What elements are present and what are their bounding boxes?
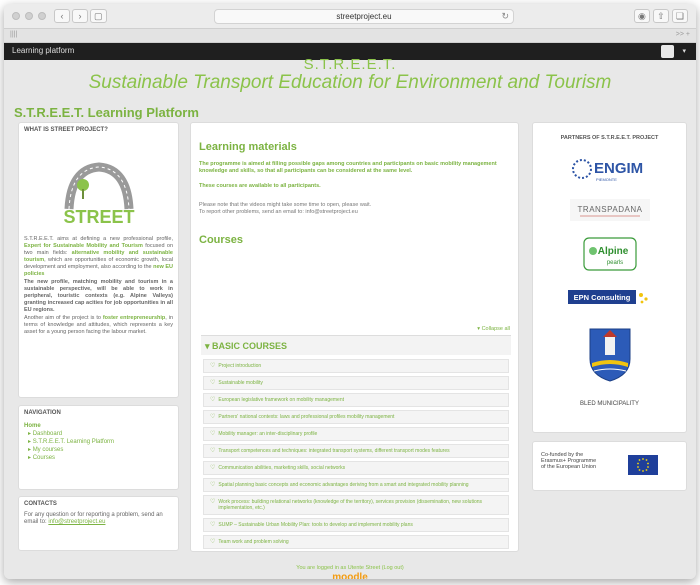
learning-materials-heading: Learning materials <box>199 141 297 153</box>
forward-button[interactable]: › <box>72 9 88 23</box>
svg-text:pearls: pearls <box>606 260 622 266</box>
new-tab-button[interactable]: >> + <box>676 31 690 38</box>
basic-courses-category[interactable]: ▾ BASIC COURSES <box>201 335 511 355</box>
main-content-block: Learning materials The programme is aime… <box>190 122 519 552</box>
course-icon: ♡ <box>210 448 216 454</box>
nav-courses-link[interactable]: ▸ Courses <box>24 454 173 462</box>
nav-dashboard-link[interactable]: ▸ Dashboard <box>24 430 173 438</box>
sidebar-toggle-icon[interactable]: ▢ <box>90 9 107 23</box>
history-buttons: ‹ › ▢ <box>54 9 107 23</box>
cofunded-block: Co-funded by the Erasmus+ Programme of t… <box>532 441 687 491</box>
nav-platform-link[interactable]: ▸ S.T.R.E.E.T. Learning Platform <box>24 438 173 446</box>
epn-consulting-logo[interactable]: EPN Consulting <box>567 287 652 316</box>
learning-intro-text: The programme is aimed at filling possib… <box>199 161 497 174</box>
learning-note-text: Please note that the videos might take s… <box>199 202 372 215</box>
collapse-all-link[interactable]: ▾ Collapse all <box>477 326 510 332</box>
course-icon: ♡ <box>210 522 216 528</box>
learning-availability-text: These courses are available to all parti… <box>199 183 321 189</box>
tabs-overview-icon[interactable]: ❏ <box>671 9 688 23</box>
svg-text:PIEMONTE: PIEMONTE <box>596 177 617 182</box>
svg-text:TRANSPADANA: TRANSPADANA <box>577 205 642 214</box>
bled-coat-of-arms[interactable] <box>588 327 632 388</box>
eu-flag-icon <box>628 455 658 475</box>
nav-home-link[interactable]: Home <box>24 422 173 430</box>
page-content: S.T.R.E.E.T. Sustainable Transport Educa… <box>4 56 696 579</box>
svg-text:EPN Consulting: EPN Consulting <box>573 293 630 302</box>
course-icon: ♡ <box>210 499 216 505</box>
share-icon[interactable]: ⇧ <box>652 9 669 23</box>
contacts-text: For any question or for reporting a prob… <box>24 512 163 525</box>
contacts-heading: CONTACTS <box>24 501 57 507</box>
site-brand-link[interactable]: Learning platform <box>12 46 74 55</box>
nav-my-courses-link[interactable]: ▸ My courses <box>24 446 173 454</box>
course-item[interactable]: ♡ Sustainable mobility <box>203 376 509 390</box>
partners-heading: PARTNERS OF S.T.R.E.E.T. PROJECT <box>560 135 659 141</box>
cofunded-text: Co-funded by the Erasmus+ Programme of t… <box>541 452 597 470</box>
about-paragraph-1: S.T.R.E.E.T. aims at defining a new prof… <box>24 236 174 277</box>
course-item[interactable]: ♡ European legislative framework on mobil… <box>203 393 509 407</box>
course-item[interactable]: ♡ Partners' national contexts: laws and p… <box>203 410 509 424</box>
course-item[interactable]: ♡ Spatial planning basic concepts and eco… <box>203 478 509 492</box>
site-acronym: S.T.R.E.E.T. <box>303 56 397 73</box>
course-icon: ♡ <box>210 482 216 488</box>
platform-title: S.T.R.E.E.T. Learning Platform <box>14 105 199 120</box>
svg-text:ENGIM: ENGIM <box>594 160 643 177</box>
back-button[interactable]: ‹ <box>54 9 70 23</box>
course-item[interactable]: ♡ Project introduction <box>203 359 509 373</box>
browser-window: ‹ › ▢ streetproject.eu ↻ ◉ ⇧ ❏ |||| >> +… <box>4 4 696 579</box>
course-icon: ♡ <box>210 414 216 420</box>
alpine-pearls-logo[interactable]: Alpine pearls <box>582 237 637 276</box>
course-item[interactable]: ♡ Communication abilities, marketing skil… <box>203 461 509 475</box>
svg-text:Alpine: Alpine <box>597 246 628 257</box>
extensions-icon[interactable]: ◉ <box>633 9 650 23</box>
close-window-button[interactable] <box>12 12 20 20</box>
course-item[interactable]: ♡ Transport competences and techniques: i… <box>203 444 509 458</box>
navigation-heading: NAVIGATION <box>24 410 61 416</box>
course-icon: ♡ <box>210 380 216 386</box>
course-item[interactable]: ♡ Mobility manager: an inter-disciplinary… <box>203 427 509 441</box>
course-icon: ♡ <box>210 465 216 471</box>
contacts-block: CONTACTS For any question or for reporti… <box>18 496 179 551</box>
reload-icon[interactable]: ↻ <box>501 10 509 23</box>
navigation-block: NAVIGATION Home ▸ Dashboard ▸ S.T.R.E.E.… <box>18 405 179 490</box>
minimize-window-button[interactable] <box>25 12 33 20</box>
course-icon: ♡ <box>210 539 216 545</box>
transpadana-logo[interactable]: TRANSPADANA <box>569 199 650 226</box>
address-bar[interactable]: streetproject.eu ↻ <box>214 9 514 24</box>
browser-actions: ◉ ⇧ ❏ <box>633 9 688 23</box>
bled-label: BLED MUNICIPALITY <box>580 401 639 407</box>
partners-block: PARTNERS OF S.T.R.E.E.T. PROJECT ENGIM P… <box>532 122 687 433</box>
course-icon: ♡ <box>210 397 216 403</box>
window-controls <box>12 12 46 20</box>
bookmarks-icon[interactable]: |||| <box>10 31 17 38</box>
about-paragraph-3: Another aim of the project is to foster … <box>24 315 174 335</box>
svg-text:STREET: STREET <box>63 207 134 227</box>
street-logo: STREET <box>59 151 139 231</box>
course-item[interactable]: ♡ Team work and problem solving <box>203 535 509 549</box>
course-icon: ♡ <box>210 363 216 369</box>
engim-logo[interactable]: ENGIM PIEMONTE <box>570 153 650 192</box>
course-list: ♡ Project introduction ♡ Sustainable mobil… <box>203 359 509 552</box>
course-item[interactable]: ♡ SUMP – Sustainable Urban Mobility Plan:… <box>203 518 509 532</box>
moodle-logo[interactable]: moodle <box>4 572 696 579</box>
zoom-window-button[interactable] <box>38 12 46 20</box>
contact-email-link[interactable]: info@streetproject.eu <box>48 519 105 525</box>
login-info[interactable]: You are logged in as Utente Street (Log … <box>4 565 696 571</box>
course-icon: ♡ <box>210 431 216 437</box>
about-block: WHAT IS STREET PROJECT? STREET S.T.R.E.E… <box>18 122 179 398</box>
browser-toolbar: ‹ › ▢ streetproject.eu ↻ ◉ ⇧ ❏ <box>4 4 696 29</box>
page-footer: You are logged in as Utente Street (Log … <box>4 565 696 579</box>
tab-strip: |||| >> + <box>4 29 696 43</box>
course-item[interactable]: ♡ Work process: building relational netwo… <box>203 495 509 515</box>
user-menu-caret-icon[interactable]: ▾ <box>682 47 686 55</box>
about-paragraph-2: The new profile, matching mobility and t… <box>24 279 173 313</box>
url-text: streetproject.eu <box>336 12 392 21</box>
site-title: Sustainable Transport Education for Envi… <box>88 72 612 93</box>
about-heading: WHAT IS STREET PROJECT? <box>24 127 108 133</box>
courses-heading: Courses <box>199 234 244 246</box>
